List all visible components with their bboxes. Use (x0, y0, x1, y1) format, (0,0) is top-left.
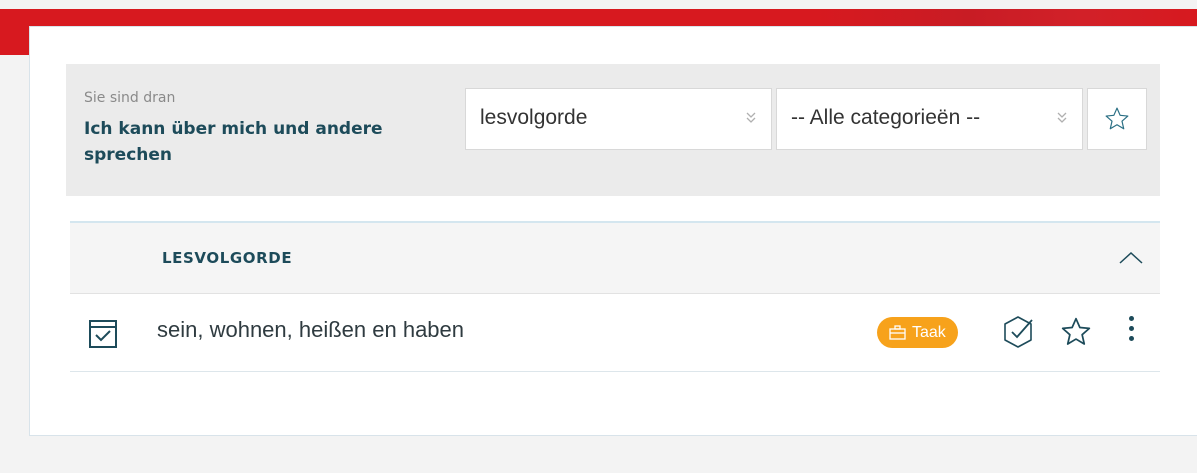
list-item[interactable]: sein, wohnen, heißen en haben Taak (70, 294, 1160, 372)
order-select[interactable]: lesvolgorde (465, 88, 772, 150)
category-select-value: -- Alle categorieën -- (791, 106, 981, 129)
chevron-down-double-icon (746, 112, 756, 123)
panel-subtitle: Sie sind dran (84, 90, 176, 106)
star-outline-icon[interactable] (1060, 316, 1092, 348)
section-header[interactable]: LESVOLGORDE (70, 221, 1160, 294)
item-label[interactable]: sein, wohnen, heißen en haben (157, 317, 464, 343)
task-badge: Taak (877, 317, 958, 348)
more-vertical-icon[interactable] (1126, 316, 1136, 346)
chevron-down-double-icon (1057, 112, 1067, 123)
chevron-up-icon[interactable] (1118, 249, 1144, 267)
order-select-value: lesvolgorde (480, 106, 588, 129)
star-outline-icon (1105, 107, 1129, 130)
favorite-filter-button[interactable] (1087, 88, 1147, 150)
panel-title: Ich kann über mich und andere sprechen (84, 119, 383, 165)
filter-panel: Sie sind dran Ich kann über mich und and… (66, 64, 1160, 196)
checkbox-document-icon[interactable] (88, 319, 118, 349)
mark-done-icon[interactable] (1001, 314, 1035, 350)
task-badge-label: Taak (912, 324, 946, 341)
briefcase-icon (889, 325, 906, 340)
category-select[interactable]: -- Alle categorieën -- (776, 88, 1083, 150)
section-title: LESVOLGORDE (162, 249, 293, 267)
